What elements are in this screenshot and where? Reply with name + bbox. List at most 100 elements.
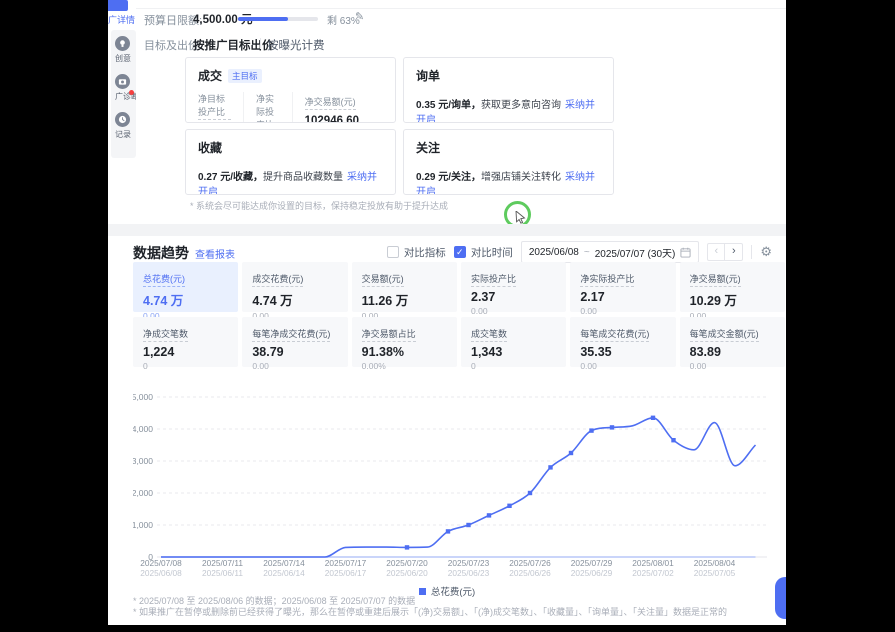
sidebar-item-promo-detail-icon[interactable] (108, 0, 128, 11)
goal-card-inquiry: 询单 0.35 元/询单，获取更多意向咨询采纳并开启 (403, 57, 614, 123)
camera-icon (115, 74, 130, 89)
goal-card-deal: 成交 主目标 净目标投产比i2.45✎净实际投产比2.17净交易额(元)1029… (185, 57, 396, 123)
metric-value: 11.26 万 (362, 290, 447, 309)
main-panel: 广详情 创意 广诊断 记录 预算日限额: 4,500.00 元 剩 63% ✎ … (108, 0, 786, 625)
goal-desc: 获取更多意向咨询 (481, 100, 561, 111)
svg-text:2025/06/23: 2025/06/23 (448, 568, 490, 578)
next-period-button[interactable]: › (725, 243, 743, 261)
sidebar-item-creative[interactable]: 创意 (111, 30, 136, 68)
date-separator: ~ (584, 247, 590, 258)
sidebar-item-label: 记录 (115, 129, 136, 140)
metric-label: 每笔成交花费(元) (580, 327, 649, 342)
metric-label: 总花费(元) (143, 272, 185, 287)
goal-footnote: * 系统会尽可能达成你设置的目标，保持稳定投放有助于提升达成 (190, 199, 448, 212)
notification-dot (129, 90, 134, 95)
floating-side-button[interactable] (775, 577, 786, 619)
trend-metric-card-9[interactable]: 成交笔数1,3430 (461, 317, 566, 367)
clock-icon (115, 112, 130, 127)
sidebar-item-history[interactable]: 记录 (111, 106, 136, 144)
goal-title: 成交 (198, 67, 222, 84)
goal-metric: 净实际投产比2.17 (256, 92, 293, 123)
metric-value: 4.74 万 (143, 290, 228, 309)
trend-metric-card-8[interactable]: 净交易额占比91.38%0.00% (352, 317, 457, 367)
metric-label: 交易额(元) (362, 272, 404, 287)
svg-text:5,000: 5,000 (133, 392, 153, 402)
trend-metric-card-10[interactable]: 每笔成交花费(元)35.350.00 (570, 317, 675, 367)
metric-compare-value: 0.00% (362, 361, 447, 371)
compare-time-checkbox[interactable]: ✓ (454, 246, 466, 258)
svg-text:2025/07/11: 2025/07/11 (202, 558, 243, 568)
legend-label: 总花费(元) (431, 584, 475, 598)
svg-text:2025/06/14: 2025/06/14 (263, 568, 305, 578)
edit-budget-icon[interactable]: ✎ (355, 10, 364, 23)
svg-text:2025/07/05: 2025/07/05 (694, 568, 736, 578)
controls-divider (751, 245, 752, 259)
goal-price: 0.29 元/关注， (416, 172, 481, 183)
sidebar-item-promo-detail[interactable]: 广详情 (108, 13, 136, 26)
svg-text:2025/08/01: 2025/08/01 (632, 558, 674, 568)
svg-text:2025/07/20: 2025/07/20 (386, 558, 428, 568)
compare-metric-label: 对比指标 (404, 245, 446, 260)
metric-label: 每笔成交金额(元) (690, 327, 759, 342)
metric-compare-value: 0 (143, 361, 228, 371)
metric-label: 成交花费(元) (252, 272, 303, 287)
tab-divider (260, 38, 261, 49)
date-end: 2025/07/07 (30天) (595, 245, 676, 260)
compare-time-label: 对比时间 (471, 245, 513, 260)
svg-text:2025/06/29: 2025/06/29 (571, 568, 613, 578)
metric-label: 净实际投产比 (580, 272, 634, 287)
trend-line-chart: 01,0002,0003,0004,0005,0002025/07/082025… (133, 380, 785, 585)
metric-label: 每笔净成交花费(元) (252, 327, 330, 342)
trend-metric-card-6[interactable]: 净成交笔数1,2240 (133, 317, 238, 367)
trend-metric-card-7[interactable]: 每笔净成交花费(元)38.790.00 (242, 317, 347, 367)
trend-metric-card-0[interactable]: 总花费(元)4.74 万0.00 (133, 262, 238, 312)
svg-text:2025/07/23: 2025/07/23 (448, 558, 490, 568)
svg-text:2025/07/17: 2025/07/17 (325, 558, 367, 568)
budget-progress-bar (238, 17, 318, 21)
goal-cards: 成交 主目标 净目标投产比i2.45✎净实际投产比2.17净交易额(元)1029… (185, 57, 614, 195)
bulb-icon (115, 36, 130, 51)
goal-metric: 净目标投产比i2.45✎ (198, 92, 244, 123)
compare-metric-checkbox[interactable] (387, 246, 399, 258)
metric-label: 净成交笔数 (143, 327, 188, 342)
metric-value: 10.29 万 (690, 290, 775, 309)
trend-metric-card-1[interactable]: 成交花费(元)4.74 万0.00 (242, 262, 347, 312)
tab-bid-by-impression[interactable]: 按曝光计费 (267, 37, 325, 53)
prev-period-button[interactable]: ‹ (707, 243, 725, 261)
metric-compare-value: 0.00 (471, 306, 556, 316)
trend-metric-card-11[interactable]: 每笔成交金额(元)83.890.00 (680, 317, 785, 367)
metric-label: 成交笔数 (471, 327, 507, 342)
metric-value: 83.89 (690, 345, 775, 359)
svg-text:2025/06/26: 2025/06/26 (509, 568, 551, 578)
budget-progress-fill (238, 17, 288, 21)
metric-value: 91.38% (362, 345, 447, 359)
trend-section-title: 数据趋势 (133, 243, 189, 263)
goal-title: 关注 (416, 139, 440, 156)
svg-text:3,000: 3,000 (133, 456, 153, 466)
date-range-picker[interactable]: 2025/06/08 ~ 2025/07/07 (30天) (521, 241, 700, 263)
sidebar-rail: 创意 广诊断 记录 (111, 30, 136, 158)
tab-bid-by-goal[interactable]: 按推广目标出价 (193, 37, 274, 53)
trend-metric-card-2[interactable]: 交易额(元)11.26 万0.00 (352, 262, 457, 312)
goal-desc: 增强店铺关注转化 (481, 172, 561, 183)
metric-value: 4.74 万 (252, 290, 337, 309)
svg-text:2025/07/08: 2025/07/08 (140, 558, 182, 568)
metric-label: 实际投产比 (471, 272, 516, 287)
chart-footnote-2: * 如果推广在暂停或删除前已经获得了曝光，那么在暂停或重建后展示「(净)交易额」… (133, 605, 727, 618)
metric-label: 净交易额占比 (362, 327, 416, 342)
trend-metric-card-3[interactable]: 实际投产比2.370.00 (461, 262, 566, 312)
gear-icon[interactable]: ⚙ (760, 244, 772, 260)
svg-text:4,000: 4,000 (133, 424, 153, 434)
metric-compare-value: 0.00 (690, 361, 775, 371)
sidebar-item-diagnosis[interactable]: 广诊断 (111, 68, 136, 106)
goal-title: 收藏 (198, 139, 222, 156)
trend-metric-card-4[interactable]: 净实际投产比2.170.00 (570, 262, 675, 312)
view-report-link[interactable]: 查看报表 (195, 246, 235, 261)
goal-metric-label: 净目标投产比 (198, 92, 231, 120)
trend-metric-card-5[interactable]: 净交易额(元)10.29 万0.00 (680, 262, 785, 312)
mouse-cursor-icon (515, 211, 527, 224)
metric-value: 35.35 (580, 345, 665, 359)
goal-metric-label: 净实际投产比 (256, 92, 280, 123)
svg-text:2025/07/26: 2025/07/26 (509, 558, 551, 568)
primary-goal-badge: 主目标 (228, 69, 262, 83)
